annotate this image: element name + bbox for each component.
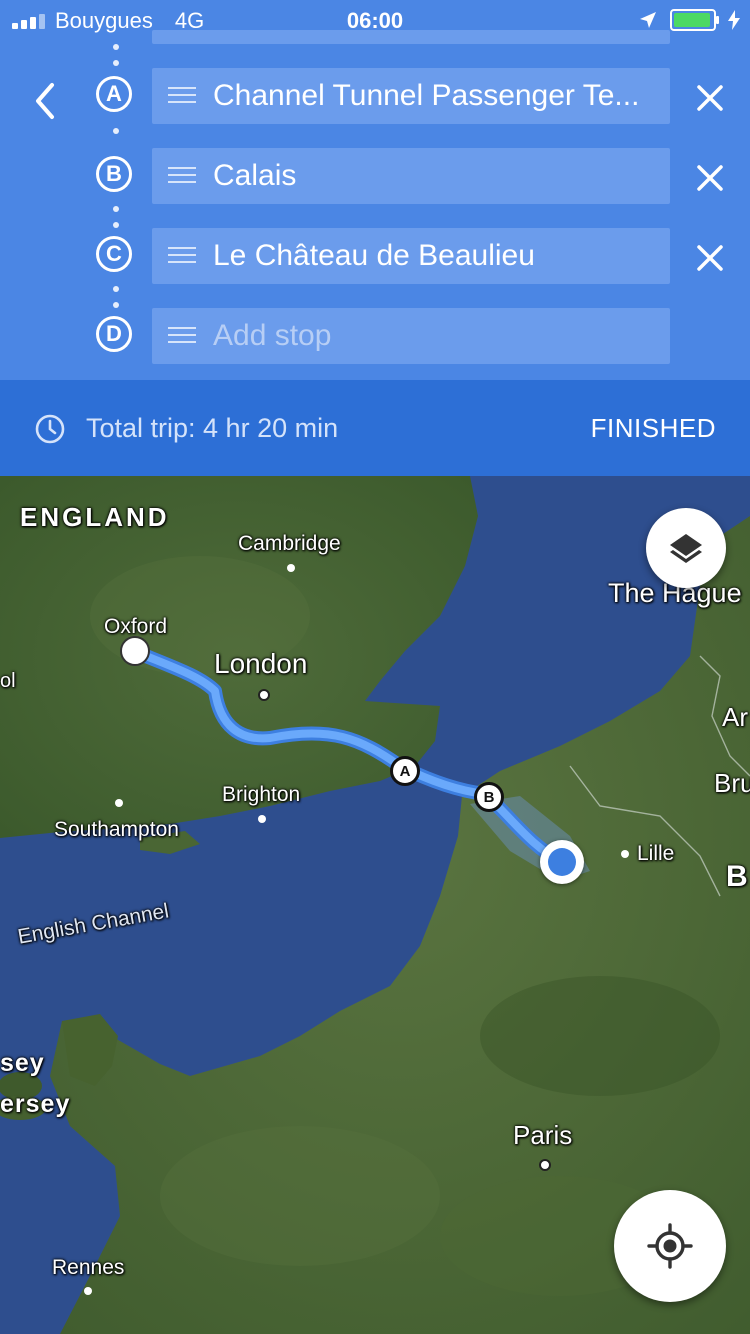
map-label-paris: Paris bbox=[513, 1120, 573, 1150]
drag-handle-icon bbox=[168, 327, 196, 348]
trip-summary-bar: Total trip: 4 hr 20 min FINISHED bbox=[0, 380, 750, 476]
map-label-england: ENGLAND bbox=[20, 502, 170, 532]
stop-badge-b: B bbox=[96, 156, 132, 192]
stop-row-c: C Le Château de Beaulieu bbox=[0, 228, 750, 284]
drag-handle-icon[interactable] bbox=[168, 167, 196, 188]
map-label-jersey-partial: ersey bbox=[0, 1090, 71, 1118]
route-origin-marker[interactable] bbox=[120, 636, 150, 666]
close-icon bbox=[697, 165, 723, 191]
map-layers-button[interactable] bbox=[646, 508, 726, 588]
map-label-belgium-partial: B bbox=[726, 860, 748, 893]
route-destination-marker[interactable] bbox=[540, 840, 584, 884]
remove-stop-a-button[interactable] bbox=[690, 78, 730, 118]
total-trip-time: Total trip: 4 hr 20 min bbox=[86, 413, 339, 443]
stop-badge-c: C bbox=[96, 236, 132, 272]
stop-field-c[interactable]: Le Château de Beaulieu bbox=[152, 228, 670, 284]
map-label-oxford: Oxford bbox=[104, 615, 168, 638]
remove-stop-b-button[interactable] bbox=[690, 158, 730, 198]
my-location-button[interactable] bbox=[614, 1190, 726, 1302]
drag-handle-icon[interactable] bbox=[168, 87, 196, 108]
stop-text-c: Le Château de Beaulieu bbox=[213, 239, 535, 272]
clock-icon bbox=[35, 414, 65, 444]
remove-stop-c-button[interactable] bbox=[690, 238, 730, 278]
map-label-lille: Lille bbox=[637, 842, 675, 865]
map-label-brighton: Brighton bbox=[222, 783, 301, 806]
finished-button[interactable]: FINISHED bbox=[591, 380, 716, 476]
layers-icon bbox=[670, 534, 702, 563]
map-label-guernsey-partial: sey bbox=[0, 1049, 45, 1077]
stop-field-b[interactable]: Calais bbox=[152, 148, 670, 204]
stop-row-d: D Add stop bbox=[0, 308, 750, 364]
stop-text-b: Calais bbox=[213, 159, 297, 192]
map-label-southampton: Southampton bbox=[54, 818, 179, 841]
maps-app: Bouygues 4G 06:00 A Channel Tunnel Passe… bbox=[0, 0, 750, 1334]
map-label-london: London bbox=[214, 648, 308, 679]
stop-text-a: Channel Tunnel Passenger Te... bbox=[213, 79, 640, 112]
map-label-cambridge: Cambridge bbox=[238, 532, 341, 555]
stop-badge-d: D bbox=[96, 316, 132, 352]
map-label-bristol-partial: ol bbox=[0, 670, 16, 692]
satellite-map[interactable]: A B ENGLAND Cambridge The Hague Oxford o… bbox=[0, 476, 750, 1334]
map-label-antwerp-partial: Ar bbox=[722, 702, 748, 732]
charging-bolt-icon bbox=[728, 10, 740, 30]
stop-field-a[interactable]: Channel Tunnel Passenger Te... bbox=[152, 68, 670, 124]
previous-stop-field-partial bbox=[152, 30, 670, 44]
waypoint-b-marker[interactable]: B bbox=[474, 782, 504, 812]
drag-handle-icon[interactable] bbox=[168, 247, 196, 268]
map-label-rennes: Rennes bbox=[52, 1256, 125, 1279]
waypoint-a-marker[interactable]: A bbox=[390, 756, 420, 786]
my-location-icon bbox=[647, 1223, 693, 1269]
stop-badge-a: A bbox=[96, 76, 132, 112]
stop-row-b: B Calais bbox=[0, 148, 750, 204]
add-stop-placeholder: Add stop bbox=[213, 319, 332, 352]
route-connector bbox=[113, 128, 119, 144]
location-arrow-icon bbox=[640, 12, 656, 28]
battery-icon bbox=[670, 9, 719, 31]
add-stop-field[interactable]: Add stop bbox=[152, 308, 670, 364]
map-label-brussels-partial: Bru bbox=[714, 768, 750, 798]
close-icon bbox=[697, 245, 723, 271]
stop-row-a: A Channel Tunnel Passenger Te... bbox=[0, 68, 750, 124]
directions-header: Bouygues 4G 06:00 A Channel Tunnel Passe… bbox=[0, 0, 750, 380]
close-icon bbox=[697, 85, 723, 111]
